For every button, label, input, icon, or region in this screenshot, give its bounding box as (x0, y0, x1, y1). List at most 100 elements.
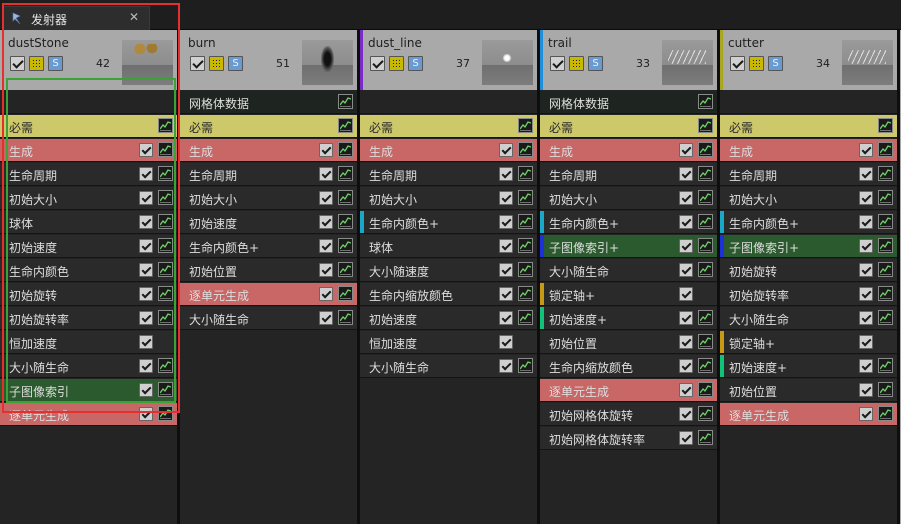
curve-graph-icon[interactable] (338, 118, 353, 133)
curve-graph-icon[interactable] (158, 166, 173, 181)
s-button[interactable]: S (768, 56, 783, 71)
module-row[interactable]: 生命内颜色+ (720, 211, 897, 234)
module-row[interactable]: 恒加速度 (0, 331, 177, 354)
module-row[interactable]: 锁定轴+ (540, 283, 717, 306)
module-row[interactable]: 逐单元生成 (0, 403, 177, 426)
emitter-name[interactable]: dust_line (368, 36, 422, 50)
module-row[interactable]: 初始网格体旋转 (540, 403, 717, 426)
curve-graph-icon[interactable] (878, 286, 893, 301)
module-row[interactable]: 初始大小 (0, 187, 177, 210)
module-enable-checkbox[interactable] (859, 335, 873, 349)
module-row[interactable]: 大小随生命 (360, 355, 537, 378)
module-enable-checkbox[interactable] (859, 215, 873, 229)
enable-checkbox[interactable] (190, 56, 205, 71)
module-row[interactable]: 初始速度 (180, 211, 357, 234)
module-row[interactable]: 必需 (360, 115, 537, 138)
module-enable-checkbox[interactable] (499, 359, 513, 373)
module-row[interactable]: 必需 (540, 115, 717, 138)
module-enable-checkbox[interactable] (139, 239, 153, 253)
module-row[interactable]: 初始速度+ (720, 355, 897, 378)
emitter-name[interactable]: dustStone (8, 36, 69, 50)
module-enable-checkbox[interactable] (859, 191, 873, 205)
module-row[interactable]: 生命周期 (180, 163, 357, 186)
curve-graph-icon[interactable] (338, 262, 353, 277)
module-row[interactable]: 球体 (0, 211, 177, 234)
module-row[interactable]: 子图像索引 (0, 379, 177, 402)
curve-graph-icon[interactable] (158, 214, 173, 229)
module-row[interactable]: 初始大小 (720, 187, 897, 210)
emitter-header[interactable]: dustStone S 42 (0, 30, 177, 90)
curve-graph-icon[interactable] (158, 118, 173, 133)
module-row[interactable]: 初始旋转率 (720, 283, 897, 306)
curve-graph-icon[interactable] (518, 166, 533, 181)
module-row[interactable]: 生成 (720, 139, 897, 162)
module-row[interactable]: 恒加速度 (360, 331, 537, 354)
module-row[interactable]: 生命周期 (360, 163, 537, 186)
module-row[interactable]: 必需 (0, 115, 177, 138)
module-row[interactable]: 必需 (720, 115, 897, 138)
module-enable-checkbox[interactable] (319, 143, 333, 157)
module-row[interactable]: 生成 (180, 139, 357, 162)
module-enable-checkbox[interactable] (319, 239, 333, 253)
module-row[interactable]: 子图像索引+ (540, 235, 717, 258)
module-row[interactable]: 生命周期 (0, 163, 177, 186)
module-row[interactable]: 初始大小 (360, 187, 537, 210)
curve-graph-icon[interactable] (878, 166, 893, 181)
module-enable-checkbox[interactable] (859, 407, 873, 421)
curve-graph-icon[interactable] (518, 238, 533, 253)
solo-toggle-icon[interactable] (29, 56, 44, 71)
module-row[interactable]: 网格体数据 (180, 91, 357, 114)
emitter-header[interactable]: dust_line S 37 (360, 30, 537, 90)
module-enable-checkbox[interactable] (859, 311, 873, 325)
curve-graph-icon[interactable] (878, 358, 893, 373)
emitter-name[interactable]: trail (548, 36, 572, 50)
module-row[interactable]: 生命内缩放颜色 (360, 283, 537, 306)
module-row[interactable]: 逐单元生成 (180, 283, 357, 306)
solo-toggle-icon[interactable] (209, 56, 224, 71)
module-row[interactable]: 初始位置 (720, 379, 897, 402)
curve-graph-icon[interactable] (338, 286, 353, 301)
module-row[interactable]: 初始旋转率 (0, 307, 177, 330)
curve-graph-icon[interactable] (878, 262, 893, 277)
module-enable-checkbox[interactable] (139, 335, 153, 349)
module-enable-checkbox[interactable] (679, 383, 693, 397)
module-row[interactable]: 生命内颜色+ (360, 211, 537, 234)
curve-graph-icon[interactable] (698, 406, 713, 421)
module-row[interactable]: 生成 (540, 139, 717, 162)
curve-graph-icon[interactable] (518, 310, 533, 325)
module-row[interactable]: 生命内颜色+ (540, 211, 717, 234)
module-row[interactable]: 大小随生命 (0, 355, 177, 378)
curve-graph-icon[interactable] (158, 238, 173, 253)
curve-graph-icon[interactable] (158, 142, 173, 157)
curve-graph-icon[interactable] (698, 94, 713, 109)
emitter-header[interactable]: cutter S 34 (720, 30, 897, 90)
curve-graph-icon[interactable] (698, 238, 713, 253)
module-row[interactable]: 初始旋转 (0, 283, 177, 306)
module-enable-checkbox[interactable] (679, 167, 693, 181)
module-enable-checkbox[interactable] (319, 287, 333, 301)
curve-graph-icon[interactable] (878, 214, 893, 229)
module-enable-checkbox[interactable] (139, 215, 153, 229)
module-enable-checkbox[interactable] (499, 191, 513, 205)
module-row[interactable]: 大小随生命 (180, 307, 357, 330)
tab-emitters[interactable]: 发射器 ✕ (2, 6, 150, 30)
module-enable-checkbox[interactable] (319, 263, 333, 277)
enable-checkbox[interactable] (550, 56, 565, 71)
module-row[interactable]: 初始速度 (360, 307, 537, 330)
curve-graph-icon[interactable] (698, 190, 713, 205)
curve-graph-icon[interactable] (158, 262, 173, 277)
module-enable-checkbox[interactable] (679, 143, 693, 157)
module-row[interactable]: 初始位置 (540, 331, 717, 354)
curve-graph-icon[interactable] (698, 310, 713, 325)
module-row[interactable]: 初始大小 (180, 187, 357, 210)
module-enable-checkbox[interactable] (859, 167, 873, 181)
curve-graph-icon[interactable] (518, 190, 533, 205)
module-row[interactable]: 生命内颜色 (0, 259, 177, 282)
curve-graph-icon[interactable] (878, 190, 893, 205)
emitter-header[interactable]: trail S 33 (540, 30, 717, 90)
module-enable-checkbox[interactable] (679, 359, 693, 373)
module-enable-checkbox[interactable] (499, 215, 513, 229)
curve-graph-icon[interactable] (158, 286, 173, 301)
curve-graph-icon[interactable] (698, 262, 713, 277)
curve-graph-icon[interactable] (158, 310, 173, 325)
